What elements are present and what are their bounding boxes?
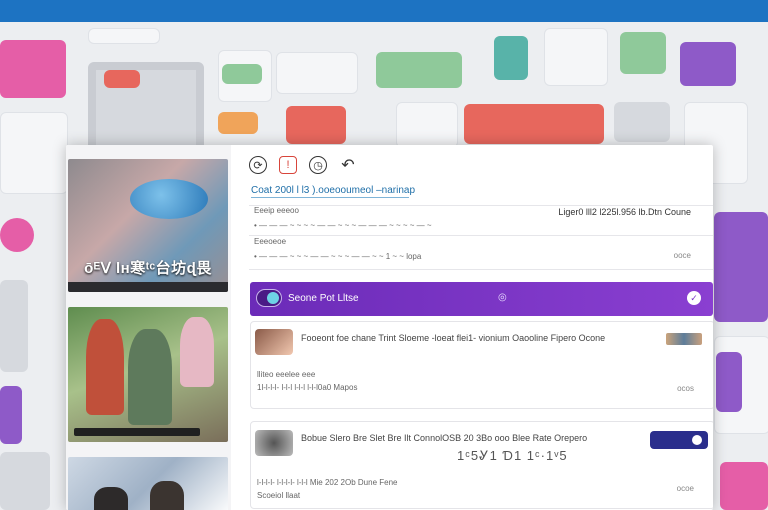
message-card[interactable]: Bobue Slero Bre Slet Bre Ilt ConnolOSB 2… — [250, 421, 713, 509]
bubble-graphic — [130, 179, 208, 219]
divider — [249, 269, 713, 270]
divider — [249, 205, 713, 206]
subtitle-underline — [251, 197, 409, 198]
message-card[interactable]: Fooeont foe chane Trint Sloeme -loeat fl… — [250, 321, 713, 409]
person-figure — [150, 481, 184, 510]
attachment-thumbnail[interactable] — [666, 333, 702, 345]
gallery-image-2[interactable] — [68, 307, 228, 442]
card-meta: l-l-l-l- l-l-l-l- l-l-l Mie 202 2Ob Dune… — [257, 478, 398, 487]
card-meta: Scoeiol llaat — [257, 491, 301, 500]
image-caption-strip — [74, 428, 200, 436]
card-status: ocoe — [676, 484, 694, 493]
person-figure — [128, 329, 172, 425]
avatar — [255, 329, 293, 355]
top-app-bar — [0, 0, 768, 22]
card-code: 1ᶜ5Ꮍ1 Ɗ1 1ᶜ·1ᵛ5 — [457, 448, 568, 463]
row-label: • — — — ~ ~ ~ — — ~ ~ ~ — — ~ ~ 1 ~ ~ lo… — [254, 252, 422, 261]
refresh-icon[interactable]: ⟳ — [249, 156, 267, 174]
row-label: Eeeip eeeoo — [254, 206, 299, 215]
content-subtitle: Coat 200l l l3 ).ooeooumeol –narinap — [251, 185, 415, 196]
gallery-image-1[interactable]: ōᴱⅤ lʜ寒ᵗᶜ台坊ɖ畏 — [68, 159, 228, 292]
gallery-caption: ōᴱⅤ lʜ寒ᵗᶜ台坊ɖ畏 — [84, 260, 212, 277]
clock-icon[interactable]: ◷ — [309, 156, 327, 174]
card-meta: lliteo eeelee eee — [257, 370, 316, 379]
main-panel: ōᴱⅤ lʜ寒ᵗᶜ台坊ɖ畏 ⟳ ! ◷ ↶ Coat 200l l l3 ).o… — [66, 145, 713, 510]
person-figure — [180, 317, 214, 387]
row-label: • — — — ~ ~ ~ ~ — — ~ ~ ~ — — — ~ ~ ~ ~ … — [254, 221, 432, 230]
card-status: ocos — [677, 384, 694, 393]
info-icon[interactable]: ◎ — [498, 292, 507, 303]
divider — [249, 235, 713, 236]
toggle-knob — [267, 292, 279, 304]
image-caption-strip — [68, 282, 228, 292]
check-icon[interactable]: ✓ — [687, 291, 701, 305]
person-figure — [94, 487, 128, 510]
gallery-column: ōᴱⅤ lʜ寒ᵗᶜ台坊ɖ畏 — [66, 145, 231, 510]
alert-icon[interactable]: ! — [279, 156, 297, 174]
person-figure — [86, 319, 124, 415]
card-meta: 1l-l-l-l- l-l-l l-l-l l-l-l0a0 Mapos — [257, 383, 358, 392]
card-message: Fooeont foe chane Trint Sloeme -loeat fl… — [301, 333, 606, 343]
toggle-dot — [692, 435, 702, 445]
gallery-image-3[interactable] — [68, 457, 228, 510]
card-message: Bobue Slero Bre Slet Bre Ilt ConnolOSB 2… — [301, 433, 588, 443]
undo-icon[interactable]: ↶ — [339, 156, 357, 174]
toggle-pill[interactable] — [650, 431, 708, 449]
banner-toggle[interactable] — [256, 289, 282, 307]
featured-banner[interactable]: Seone Pot Lltse ◎ ✓ — [250, 282, 713, 316]
row-label: Eeeoeoe — [254, 237, 287, 246]
row-meta: ooce — [673, 251, 691, 260]
banner-label: Seone Pot Lltse — [288, 293, 359, 304]
avatar — [255, 430, 293, 456]
row-value: Liger0 lll2 l225l.956 lb.Dtn Coune — [558, 207, 691, 217]
toolbar: ⟳ ! ◷ ↶ — [249, 153, 357, 177]
